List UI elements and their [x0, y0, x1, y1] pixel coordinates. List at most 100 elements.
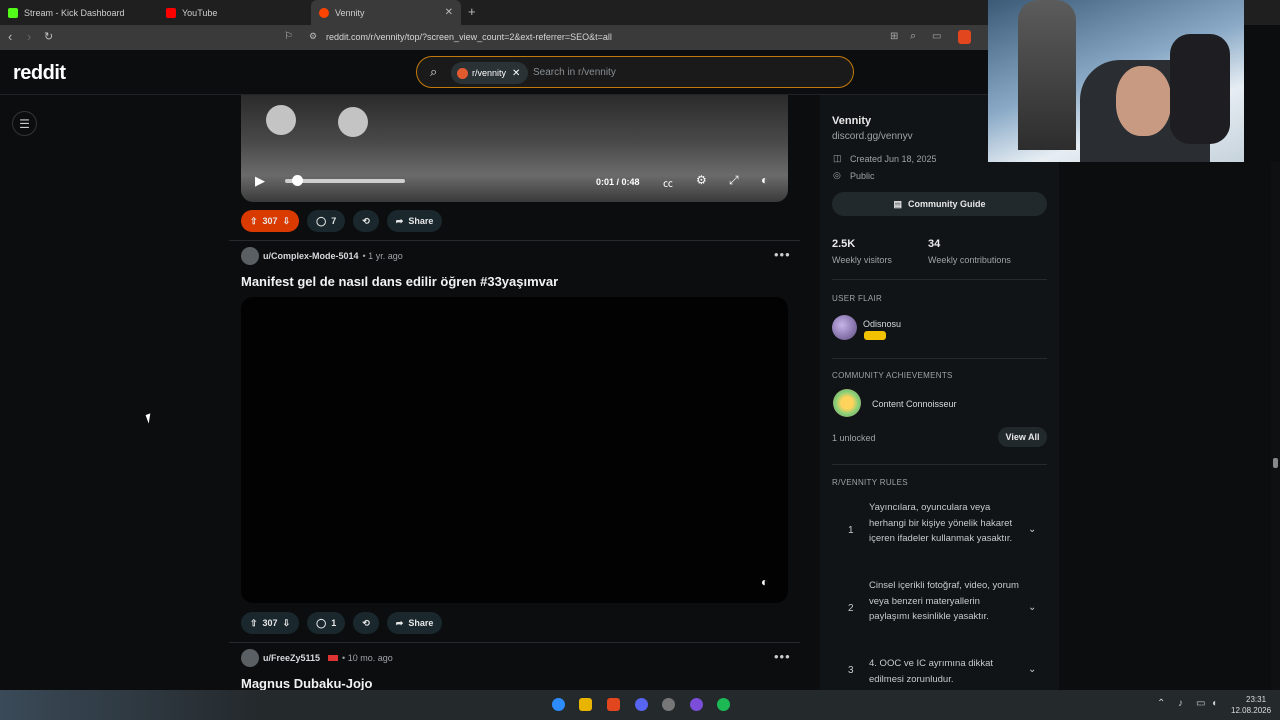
user-flair-heading: USER FLAIR — [832, 294, 883, 303]
forward-icon[interactable]: › — [27, 29, 31, 44]
achievement-icon — [833, 389, 861, 417]
vote-count: 307 — [262, 216, 278, 226]
clock-date[interactable]: 12.08.2026 — [1231, 706, 1271, 715]
community-guide-button[interactable]: ▤ Community Guide — [832, 192, 1047, 216]
volume-icon[interactable]: ◖ — [1211, 698, 1217, 709]
fullscreen-icon[interactable]: ⤢ — [729, 173, 739, 188]
flair-username[interactable]: Odisnosu — [863, 319, 901, 329]
post-author[interactable]: u/Complex-Mode-5014 — [263, 251, 359, 261]
settings-icon[interactable]: ⚙ — [696, 173, 707, 187]
rule-text[interactable]: Yayıncılara, oyunculara veya herhangi bi… — [869, 500, 1019, 547]
search-input[interactable]: Search in r/vennity — [533, 67, 616, 78]
upvote-icon[interactable]: ⇧ — [250, 618, 258, 629]
tab-kick-dashboard[interactable]: Stream - Kick Dashboard — [0, 0, 155, 25]
post-age: • 1 yr. ago — [362, 251, 403, 261]
start-icon[interactable] — [552, 698, 565, 711]
obs-icon[interactable] — [690, 698, 703, 711]
app-icon[interactable] — [662, 698, 675, 711]
rule-text[interactable]: 4. OOC ve IC ayrımına dikkat edilmesi zo… — [869, 656, 1019, 687]
achievement-name: Content Connoisseur — [872, 399, 957, 409]
search-bar[interactable]: ⌕ r/vennity ✕ Search in r/vennity — [416, 56, 854, 88]
clock-time[interactable]: 23:31 — [1246, 695, 1266, 704]
chevron-up-icon[interactable]: ⌃ — [1157, 698, 1165, 709]
crosspost-button[interactable]: ⟲ — [353, 210, 379, 232]
post-actions: ⇧ 307 ⇩ ◯ 7 ⟲ ➦ Share — [241, 210, 443, 232]
view-all-button[interactable]: View All — [998, 427, 1047, 447]
rule-number: 1 — [848, 525, 854, 536]
video-frame-light — [338, 107, 368, 137]
reddit-favicon-icon — [319, 7, 329, 18]
more-options-icon[interactable]: ••• — [774, 247, 791, 262]
reddit-logo[interactable]: reddit — [13, 62, 66, 85]
upvote-icon[interactable]: ⇧ — [250, 216, 258, 227]
video-player[interactable]: ◐ — [241, 297, 788, 603]
comments-button[interactable]: ◯ 1 — [307, 612, 346, 634]
chip-label: r/vennity — [472, 68, 507, 78]
more-options-icon[interactable]: ••• — [774, 649, 791, 664]
spotify-icon[interactable] — [717, 698, 730, 711]
seek-handle[interactable] — [292, 175, 303, 186]
comment-count: 7 — [331, 216, 337, 226]
menu-icon[interactable]: ☰ — [12, 111, 37, 136]
volume-icon[interactable]: ◐ — [761, 575, 768, 589]
flair-avatar[interactable] — [832, 315, 857, 340]
comments-button[interactable]: ◯ 7 — [307, 210, 346, 232]
microphone-icon[interactable]: ♪ — [1178, 698, 1183, 709]
user-avatar[interactable] — [241, 649, 259, 667]
post-title[interactable]: Manifest gel de nasıl dans edilir öğren … — [241, 274, 558, 289]
chevron-down-icon[interactable]: ⌄ — [1028, 602, 1036, 613]
unlocked-count: 1 unlocked — [832, 433, 876, 443]
user-avatar[interactable] — [241, 247, 259, 265]
tab-vennity[interactable]: Vennity ✕ — [311, 0, 461, 25]
url-field[interactable]: reddit.com/r/vennity/top/?screen_view_co… — [326, 32, 612, 42]
cast-icon[interactable]: ▭ — [932, 31, 941, 42]
crosspost-button[interactable]: ⟲ — [353, 612, 379, 634]
downvote-icon[interactable]: ⇩ — [283, 216, 291, 227]
rule-text[interactable]: Cinsel içerikli fotoğraf, video, yorum v… — [869, 578, 1019, 625]
captions-icon[interactable]: ㏄ — [663, 175, 673, 190]
book-icon: ▤ — [893, 198, 902, 209]
brave-shield-icon[interactable] — [958, 30, 971, 44]
folder-icon[interactable] — [579, 698, 592, 711]
discord-icon[interactable] — [635, 698, 648, 711]
brave-icon[interactable] — [607, 698, 620, 711]
volume-icon[interactable]: ◐ — [761, 173, 768, 187]
post-author[interactable]: u/FreeZy5115 — [263, 653, 320, 663]
network-icon[interactable]: ▭ — [1196, 698, 1205, 709]
zoom-icon[interactable]: ⌕ — [910, 30, 916, 43]
rule-number: 2 — [848, 603, 854, 614]
site-info-icon[interactable]: ⚙ — [309, 31, 317, 42]
video-player[interactable]: ▶ 0:01 / 0:48 ㏄ ⚙ ⤢ ◐ — [241, 95, 788, 202]
tab-youtube[interactable]: YouTube — [158, 0, 308, 25]
post-header: u/FreeZy5115 • 10 mo. ago — [241, 649, 393, 667]
back-icon[interactable]: ‹ — [8, 29, 12, 44]
poster-figure — [1018, 0, 1076, 150]
post-title[interactable]: Magnus Dubaku-Jojo — [241, 676, 372, 691]
share-icon: ➦ — [395, 215, 404, 226]
community-link[interactable]: discord.gg/vennyv — [832, 131, 913, 142]
rule-number: 3 — [848, 665, 854, 676]
scrollbar-thumb[interactable] — [1273, 458, 1278, 468]
chevron-down-icon[interactable]: ⌄ — [1028, 664, 1036, 675]
post-header: u/Complex-Mode-5014 • 1 yr. ago — [241, 247, 403, 265]
share-button[interactable]: ➦ Share — [386, 612, 443, 634]
close-tab-icon[interactable]: ✕ — [445, 7, 453, 18]
chevron-down-icon[interactable]: ⌄ — [1028, 524, 1036, 535]
translate-icon[interactable]: ⊞ — [890, 31, 898, 42]
bookmark-icon[interactable]: ⚐ — [284, 31, 293, 42]
comment-count: 1 — [331, 618, 337, 628]
post-actions: ⇧ 307 ⇩ ◯ 1 ⟲ ➦ Share — [241, 612, 443, 634]
play-icon[interactable]: ▶ — [255, 173, 265, 189]
remove-chip-icon[interactable]: ✕ — [512, 68, 520, 79]
share-label: Share — [408, 216, 434, 226]
subreddit-search-chip[interactable]: r/vennity ✕ — [451, 62, 529, 84]
stat-value: 34 — [928, 238, 941, 250]
seek-bar[interactable] — [285, 179, 405, 183]
reload-icon[interactable]: ↻ — [44, 30, 53, 43]
downvote-icon[interactable]: ⇩ — [283, 618, 291, 629]
tab-label: YouTube — [182, 7, 218, 18]
scrollbar[interactable] — [1271, 162, 1280, 690]
new-tab-icon[interactable]: + — [468, 4, 476, 19]
share-button[interactable]: ➦ Share — [386, 210, 443, 232]
globe-icon: ◎ — [833, 170, 841, 180]
